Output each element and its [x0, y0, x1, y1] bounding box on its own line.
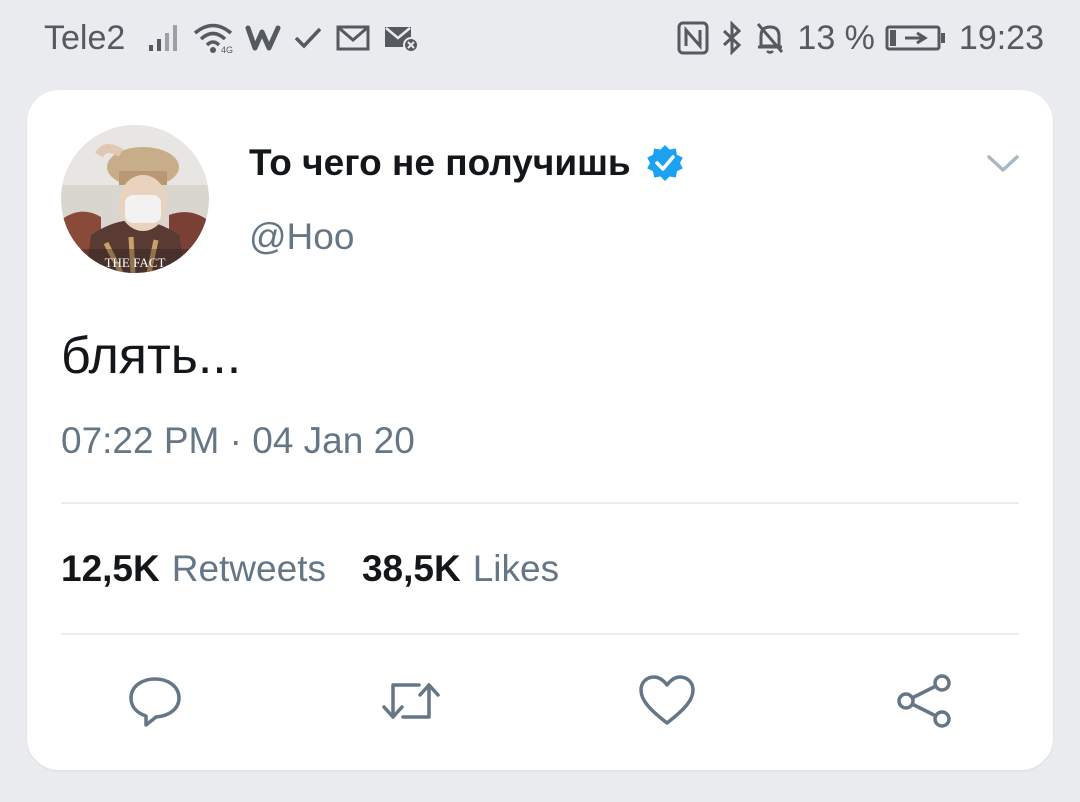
bluetooth-icon [721, 21, 743, 55]
mail-icon [383, 23, 420, 53]
display-name[interactable]: То чего не получишь [249, 142, 631, 184]
tweet-timestamp[interactable]: 07:22 PM · 04 Jan 20 [61, 420, 415, 462]
reply-button[interactable] [120, 666, 190, 736]
avatar[interactable]: THE FACT [61, 125, 209, 273]
status-bar-right: 13 % 19:23 [677, 14, 1044, 62]
avatar-watermark: THE FACT [105, 255, 166, 270]
status-bar: Tele2 4G 13 % 19:23 [0, 0, 1080, 76]
carrier-name: Tele2 [44, 18, 126, 57]
notifications-off-icon [755, 21, 785, 55]
wifi-icon: 4G [193, 22, 233, 54]
retweets-count[interactable]: 12,5K [61, 548, 160, 590]
divider [61, 633, 1019, 635]
retweet-button[interactable] [376, 666, 446, 736]
likes-count[interactable]: 38,5K [362, 548, 461, 590]
share-button[interactable] [889, 666, 959, 736]
divider [61, 502, 1019, 504]
status-bar-left: Tele2 4G [44, 14, 431, 62]
clock: 19:23 [958, 18, 1044, 57]
reply-icon [129, 677, 181, 727]
gmail-icon [335, 23, 371, 53]
retweet-icon [382, 683, 440, 719]
handle[interactable]: @Hoo [249, 216, 354, 258]
wattpad-icon [245, 24, 281, 52]
signal-icon [147, 23, 181, 53]
battery-charging-icon [885, 24, 947, 52]
tweet-card[interactable]: THE FACT То чего не получишь @Hoo блять.… [27, 90, 1053, 770]
retweets-label[interactable]: Retweets [172, 548, 326, 590]
tweet-actions [27, 666, 1053, 736]
like-icon [639, 675, 695, 725]
nfc-icon [677, 21, 709, 55]
likes-label[interactable]: Likes [473, 548, 559, 590]
share-icon [897, 674, 951, 728]
chevron-down-icon[interactable] [983, 148, 1023, 178]
like-button[interactable] [632, 666, 702, 736]
tweet-text: блять... [61, 327, 242, 385]
battery-percent: 13 % [797, 18, 875, 57]
verified-badge-icon [645, 143, 685, 183]
author-name-row[interactable]: То чего не получишь [249, 142, 685, 184]
check-icon [293, 25, 323, 51]
svg-text:4G: 4G [221, 45, 233, 54]
engagement-stats: 12,5K Retweets 38,5K Likes [61, 548, 559, 590]
